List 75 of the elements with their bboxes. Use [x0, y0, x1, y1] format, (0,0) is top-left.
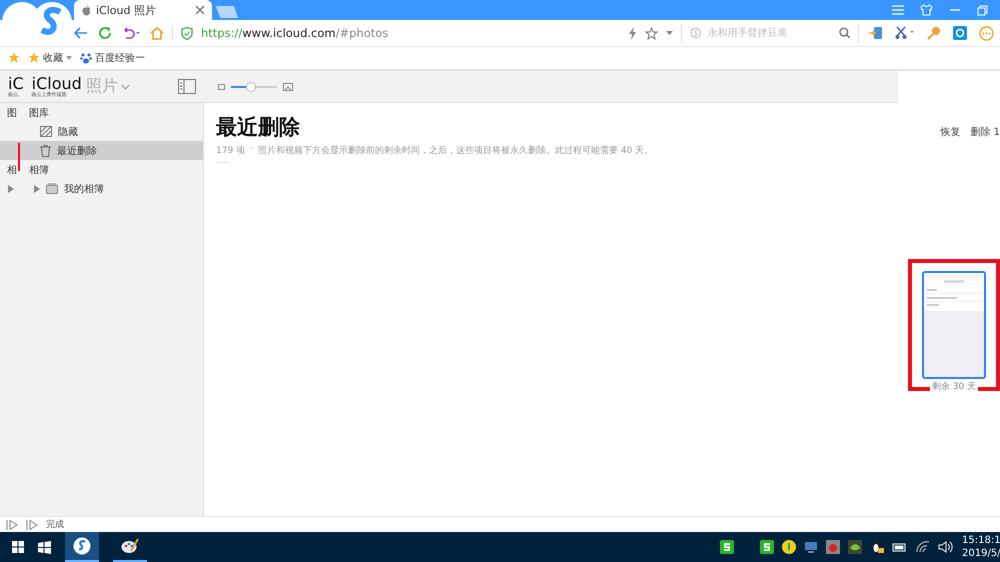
more-icon[interactable]: [979, 26, 994, 40]
expand-icon[interactable]: [34, 184, 40, 192]
magnifier-icon[interactable]: [953, 26, 967, 40]
taskbar-app[interactable]: [65, 532, 99, 562]
battery-tray-icon[interactable]: [892, 541, 908, 553]
palette-icon: [121, 538, 139, 554]
action-link[interactable]: 删除 1: [970, 125, 1000, 163]
bookmark[interactable]: 百度经验一: [80, 51, 145, 65]
bookmark[interactable]: 收藏: [28, 51, 72, 65]
search-icon[interactable]: [838, 27, 850, 39]
menu-icon[interactable]: [892, 5, 904, 15]
lightning-icon[interactable]: [628, 26, 637, 40]
app-tray-icon[interactable]: [720, 540, 734, 554]
zoom-slider[interactable]: [230, 82, 277, 92]
section-label: 相簿: [29, 164, 49, 176]
album-icon: [46, 183, 58, 194]
trash-icon: [40, 144, 51, 156]
sidebar-item[interactable]: 我的相簿: [0, 179, 203, 198]
chevron-icon: [120, 84, 130, 90]
caret-icon: [66, 56, 72, 60]
days-remaining: 剩余 30 天: [930, 380, 978, 393]
volume-icon[interactable]: [938, 541, 954, 553]
scissors-icon[interactable]: [895, 26, 915, 40]
logo-text: iC: [8, 76, 24, 92]
reload-icon[interactable]: [98, 26, 112, 40]
hidden-icon: [40, 126, 52, 137]
small-photo-icon[interactable]: [218, 84, 225, 90]
separator: ·: [250, 144, 253, 156]
description: 照片和视频下方会显示删除前的剩余时间，之后，这些项目将被永久删除。此过程可能需要 40 天。: [258, 144, 654, 157]
play-icon[interactable]: [6, 520, 18, 530]
search-field[interactable]: 永和用手臂拌豆浆: [690, 26, 850, 40]
action-link[interactable]: 恢复: [940, 125, 960, 163]
windows-icon[interactable]: [38, 540, 51, 554]
penguin-tray-icon[interactable]: [870, 540, 884, 554]
section-label: 相: [7, 164, 18, 176]
expand-icon[interactable]: [8, 184, 14, 192]
star-icon[interactable]: [8, 52, 20, 64]
key-icon[interactable]: [927, 26, 941, 40]
wifi-icon[interactable]: [916, 541, 930, 553]
windows-icon[interactable]: [12, 541, 24, 553]
shield-icon: [181, 26, 193, 40]
url-text: https://www.icloud.com/#photos: [201, 26, 388, 40]
large-photo-icon[interactable]: [282, 82, 293, 90]
play-icon[interactable]: [26, 520, 38, 530]
app-tray-icon[interactable]: [760, 540, 774, 554]
new-tab-button[interactable]: [216, 6, 238, 18]
home-icon[interactable]: [150, 26, 164, 40]
star-icon[interactable]: [645, 26, 658, 40]
sidebar-toggle-icon[interactable]: [178, 79, 196, 94]
logo-text: iCloud: [32, 76, 82, 92]
search-engine-icon: [690, 27, 702, 39]
shirt-icon[interactable]: [920, 4, 933, 16]
item-count: 179 项: [216, 145, 246, 157]
undo-icon[interactable]: [122, 27, 140, 39]
caret-icon[interactable]: [666, 31, 673, 35]
section-label: 图: [7, 106, 18, 120]
address-bar[interactable]: https://www.icloud.com/#photos: [181, 23, 682, 43]
restore-icon[interactable]: [977, 4, 988, 16]
sidebar-item[interactable]: 最近删除: [0, 141, 203, 160]
clock-time[interactable]: 15:18:1: [962, 534, 1000, 547]
tab-title: iCloud 照片: [96, 2, 157, 18]
status-text: 完成: [46, 518, 64, 531]
phone-icon[interactable]: [869, 26, 883, 40]
section-label: 图库: [29, 106, 49, 120]
monitor-tray-icon[interactable]: [804, 540, 818, 554]
sidebar-item[interactable]: 隐藏: [0, 122, 203, 141]
page-title: 最近删除: [216, 114, 301, 141]
apple-icon: [82, 4, 91, 16]
browser-tab[interactable]: iCloud 照片: [74, 0, 212, 20]
close-icon[interactable]: [196, 6, 204, 14]
back-icon[interactable]: [74, 27, 88, 39]
browser-icon: [73, 537, 91, 555]
paw-icon: [80, 52, 92, 64]
star-icon: [28, 52, 40, 64]
annotation-line: [18, 143, 20, 171]
